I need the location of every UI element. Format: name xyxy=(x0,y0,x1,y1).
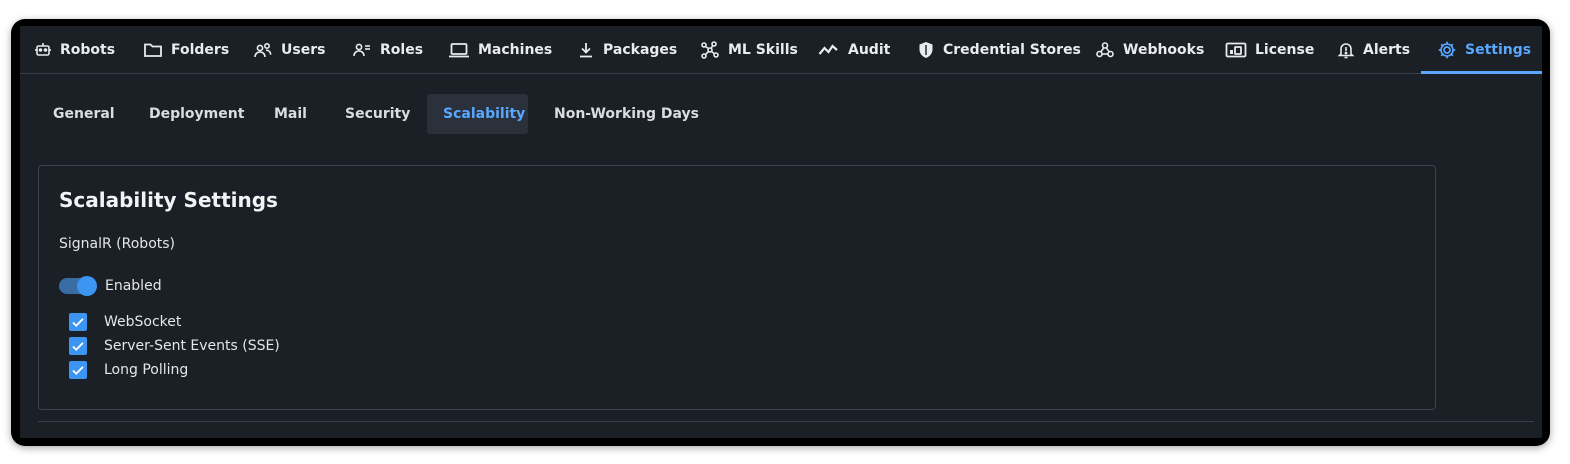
ml-skills-icon xyxy=(700,41,720,59)
long-polling-checkbox[interactable] xyxy=(69,361,87,379)
bell-icon xyxy=(1337,41,1355,59)
tab-robots[interactable]: Robots xyxy=(34,26,115,74)
scalability-settings-panel: Scalability Settings SignalR (Robots) En… xyxy=(38,165,1436,410)
checkbox-row-websocket: WebSocket xyxy=(69,310,280,334)
tab-webhooks[interactable]: Webhooks xyxy=(1095,26,1204,74)
tab-roles[interactable]: Roles xyxy=(352,26,423,74)
audit-icon xyxy=(818,41,840,59)
tab-users[interactable]: Users xyxy=(253,26,325,74)
enabled-toggle-row: Enabled xyxy=(59,276,162,296)
tab-alerts[interactable]: Alerts xyxy=(1337,26,1410,74)
robot-icon xyxy=(34,41,52,59)
shield-icon xyxy=(917,41,935,59)
tab-label: Packages xyxy=(603,42,678,58)
tab-label: ML Skills xyxy=(728,42,798,58)
subtab-deployment[interactable]: Deployment xyxy=(133,94,260,134)
subtab-mail[interactable]: Mail xyxy=(258,94,323,134)
panel-title: Scalability Settings xyxy=(59,188,278,212)
checkbox-row-long-polling: Long Polling xyxy=(69,358,280,382)
checkmark-icon xyxy=(72,342,84,351)
tab-label: Webhooks xyxy=(1123,42,1205,58)
tab-credential-stores[interactable]: Credential Stores xyxy=(917,26,1081,74)
tab-label: Settings xyxy=(1465,42,1532,58)
tab-audit[interactable]: Audit xyxy=(818,26,890,74)
download-icon xyxy=(577,41,595,59)
subtab-non-working-days[interactable]: Non-Working Days xyxy=(538,94,715,134)
tab-label: License xyxy=(1255,42,1315,58)
gear-icon xyxy=(1437,40,1457,60)
checkmark-icon xyxy=(72,366,84,375)
tab-label: Audit xyxy=(848,42,891,58)
tab-label: Machines xyxy=(478,42,553,58)
users-icon xyxy=(253,41,273,59)
subtab-security[interactable]: Security xyxy=(329,94,426,134)
toggle-knob xyxy=(77,276,97,296)
license-icon xyxy=(1225,41,1247,59)
signalr-section-label: SignalR (Robots) xyxy=(59,236,176,252)
tab-label: Folders xyxy=(171,42,230,58)
toggle-label: Enabled xyxy=(105,278,162,294)
websocket-checkbox[interactable] xyxy=(69,313,87,331)
tab-machines[interactable]: Machines xyxy=(448,26,552,74)
tab-packages[interactable]: Packages xyxy=(577,26,677,74)
tab-label: Robots xyxy=(60,42,116,58)
folder-icon xyxy=(143,41,163,59)
checkbox-label: Long Polling xyxy=(104,362,189,378)
transport-checkbox-list: WebSocket Server-Sent Events (SSE) Long … xyxy=(69,310,280,382)
roles-icon xyxy=(352,41,372,59)
checkbox-row-sse: Server-Sent Events (SSE) xyxy=(69,334,280,358)
checkbox-label: WebSocket xyxy=(104,314,182,330)
divider xyxy=(38,421,1534,422)
subtab-scalability[interactable]: Scalability xyxy=(427,94,528,134)
tab-label: Alerts xyxy=(1363,42,1411,58)
checkbox-label: Server-Sent Events (SSE) xyxy=(104,338,280,354)
sse-checkbox[interactable] xyxy=(69,337,87,355)
webhook-icon xyxy=(1095,41,1115,59)
laptop-icon xyxy=(448,41,470,59)
tab-license[interactable]: License xyxy=(1225,26,1314,74)
enabled-toggle[interactable] xyxy=(59,276,97,296)
app-content: Robots Folders Users Roles Machines Pack… xyxy=(20,26,1542,438)
checkmark-icon xyxy=(72,318,84,327)
subtab-general[interactable]: General xyxy=(37,94,131,134)
tab-label: Users xyxy=(281,42,326,58)
tab-ml-skills[interactable]: ML Skills xyxy=(700,26,798,74)
tab-folders[interactable]: Folders xyxy=(143,26,229,74)
tab-label: Credential Stores xyxy=(943,42,1081,58)
settings-subnav: General Deployment Mail Security Scalabi… xyxy=(20,94,1542,134)
tab-settings[interactable]: Settings xyxy=(1420,26,1542,74)
top-navigation: Robots Folders Users Roles Machines Pack… xyxy=(20,26,1542,74)
tab-label: Roles xyxy=(380,42,424,58)
